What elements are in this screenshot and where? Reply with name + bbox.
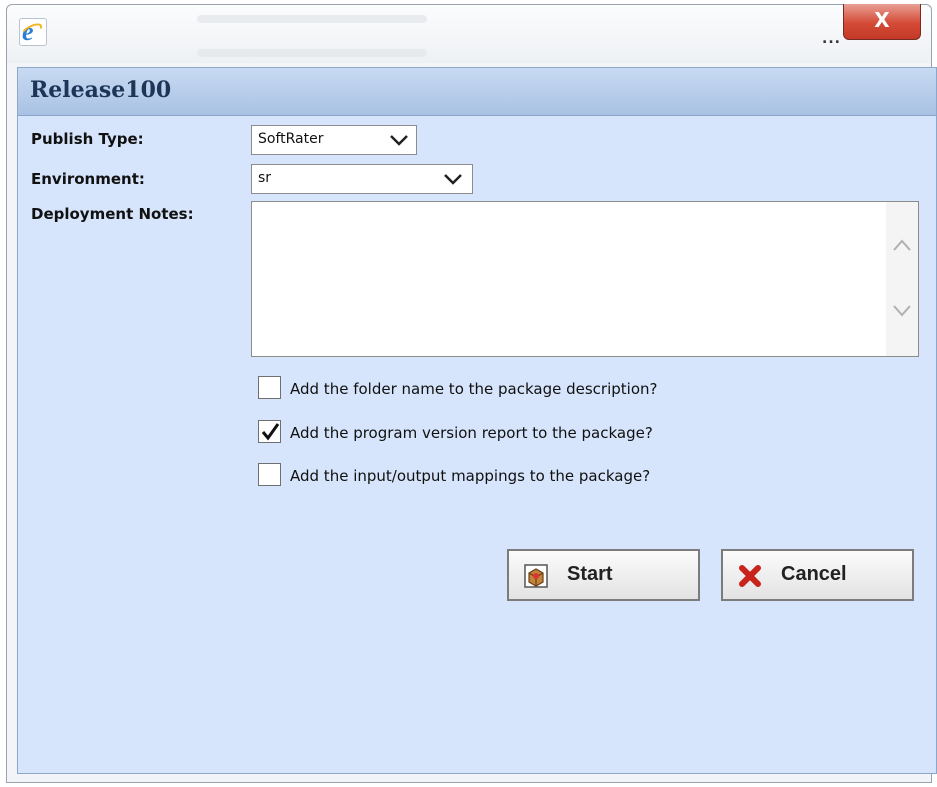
folder-name-checkbox[interactable] <box>258 376 281 399</box>
cancel-button-label: Cancel <box>781 563 847 585</box>
publish-type-label: Publish Type: <box>31 130 144 148</box>
package-box-icon <box>524 564 548 588</box>
environment-value: sr <box>258 170 272 186</box>
start-button[interactable]: Start <box>507 549 700 601</box>
blurred-title-text <box>197 49 427 57</box>
cancel-button[interactable]: Cancel <box>721 549 914 601</box>
title-bar: e ... X <box>7 4 931 63</box>
dialog-window: e ... X Release100 Publish Type: SoftRat… <box>6 4 937 783</box>
vertical-scrollbar[interactable] <box>886 202 918 356</box>
close-icon: X <box>874 8 890 32</box>
blurred-title-text <box>197 15 427 23</box>
panel-header: Release100 <box>18 68 936 116</box>
deployment-notes-label: Deployment Notes: <box>31 205 194 223</box>
publish-type-select[interactable]: SoftRater <box>251 125 417 155</box>
deployment-notes-field[interactable] <box>251 201 919 357</box>
internet-explorer-icon: e <box>19 17 47 46</box>
io-mappings-checkbox[interactable] <box>258 463 281 486</box>
chevron-down-icon[interactable] <box>892 304 912 318</box>
chevron-down-icon <box>390 135 408 146</box>
page-title: Release100 <box>30 77 172 103</box>
environment-select[interactable]: sr <box>251 164 473 194</box>
title-ellipsis: ... <box>822 31 841 47</box>
io-mappings-option-label: Add the input/output mappings to the pac… <box>290 467 651 485</box>
chevron-up-icon[interactable] <box>892 238 912 252</box>
environment-label: Environment: <box>31 170 145 188</box>
deployment-notes-input[interactable] <box>252 202 886 356</box>
version-report-checkbox[interactable] <box>258 420 281 443</box>
close-button[interactable]: X <box>843 4 921 40</box>
publish-type-value: SoftRater <box>258 131 324 147</box>
version-report-option-label: Add the program version report to the pa… <box>290 424 653 442</box>
folder-name-option-label: Add the folder name to the package descr… <box>290 380 658 398</box>
release-panel: Release100 Publish Type: SoftRater Envir… <box>17 67 937 774</box>
start-button-label: Start <box>567 563 613 585</box>
chevron-down-icon <box>444 174 462 185</box>
red-x-icon <box>739 565 761 587</box>
checkmark-icon <box>261 423 280 441</box>
